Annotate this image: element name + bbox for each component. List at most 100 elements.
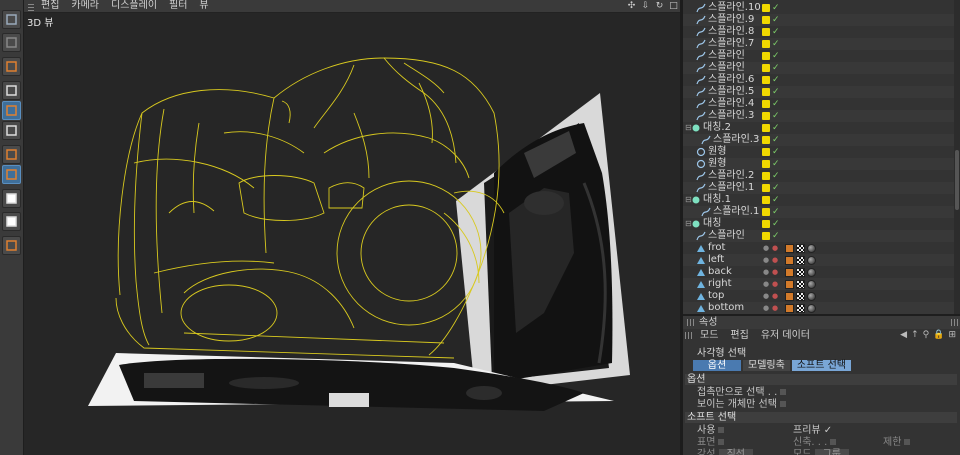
- object-name[interactable]: 스플라인.1: [713, 206, 759, 218]
- down-arrow-icon[interactable]: ⇩: [641, 1, 650, 11]
- option-touch-select[interactable]: 접촉만으로 선택 . .: [697, 387, 787, 398]
- object-row[interactable]: 스플라인.9 ✓: [683, 14, 960, 26]
- layer-color-icon[interactable]: [762, 148, 770, 156]
- viewport-menu-camera[interactable]: 카메라: [71, 0, 99, 12]
- render-dot-icon[interactable]: ●: [772, 302, 778, 314]
- material-tag-icon[interactable]: [796, 255, 805, 265]
- texture-tag-icon[interactable]: [785, 255, 794, 265]
- sphere-tag-icon[interactable]: [807, 243, 816, 253]
- object-row[interactable]: 스플라인 ✓: [683, 62, 960, 74]
- enabled-check-icon[interactable]: ✓: [772, 26, 780, 38]
- soft-preview[interactable]: 프리뷰 ✓: [793, 425, 832, 436]
- object-row[interactable]: 스플라인.1 ✓: [683, 182, 960, 194]
- object-name[interactable]: 대칭.2: [703, 122, 731, 134]
- radius-select[interactable]: 직선: [718, 449, 753, 455]
- object-name[interactable]: 원형: [708, 146, 726, 158]
- checkbox[interactable]: [780, 389, 787, 395]
- layer-color-icon[interactable]: [762, 160, 770, 168]
- visibility-dots-icon[interactable]: ●: [763, 266, 769, 278]
- enabled-check-icon[interactable]: ✓: [772, 170, 780, 182]
- object-row[interactable]: 스플라인.3 ✓: [683, 110, 960, 122]
- enabled-check-icon[interactable]: ✓: [772, 98, 780, 110]
- viewport-menu-display[interactable]: 디스플레이: [111, 0, 157, 12]
- render-dot-icon[interactable]: ●: [772, 290, 778, 302]
- uv-grid-icon[interactable]: [2, 121, 21, 140]
- tab-soft-selection[interactable]: 소프트 선택: [791, 360, 851, 371]
- object-name[interactable]: 대칭: [703, 218, 721, 230]
- object-name[interactable]: 스플라인.3: [708, 110, 754, 122]
- checkbox[interactable]: [779, 401, 786, 407]
- enabled-check-icon[interactable]: ✓: [772, 74, 780, 86]
- maximize-icon[interactable]: □: [669, 1, 678, 11]
- render-dot-icon[interactable]: ●: [772, 254, 778, 266]
- enabled-check-icon[interactable]: ✓: [772, 134, 780, 146]
- axis-icon[interactable]: [2, 81, 21, 100]
- plane-row[interactable]: top ● ●: [683, 290, 960, 302]
- sphere-edit-icon[interactable]: [2, 236, 21, 255]
- object-row[interactable]: 스플라인 ✓: [683, 50, 960, 62]
- enabled-check-icon[interactable]: ✓: [772, 230, 780, 242]
- symmetry-row[interactable]: ⊟ 대칭.1 ✓: [683, 194, 960, 206]
- move-tool-icon[interactable]: [2, 57, 21, 76]
- object-name[interactable]: 스플라인: [708, 50, 745, 62]
- layer-color-icon[interactable]: [762, 40, 770, 48]
- object-row[interactable]: 스플라인 ✓: [683, 230, 960, 242]
- layer-color-icon[interactable]: [762, 76, 770, 84]
- object-name[interactable]: left: [708, 254, 724, 266]
- enabled-check-icon[interactable]: ✓: [772, 62, 780, 74]
- viewport-menu-filter[interactable]: 필터: [169, 0, 187, 12]
- object-row[interactable]: 스플라인.4 ✓: [683, 98, 960, 110]
- material-tag-icon[interactable]: [796, 279, 805, 289]
- soft-rubber[interactable]: 신축. . .: [793, 437, 837, 448]
- attr-menu-mode[interactable]: 모드: [700, 329, 718, 342]
- object-name[interactable]: 스플라인.5: [708, 86, 754, 98]
- checkbox[interactable]: [830, 439, 837, 445]
- object-row[interactable]: 스플라인.10 ✓: [683, 2, 960, 14]
- visibility-dots-icon[interactable]: ●: [763, 242, 769, 254]
- object-name[interactable]: right: [708, 278, 732, 290]
- texture-tag-icon[interactable]: [785, 279, 794, 289]
- up-arrow-icon[interactable]: ↑: [911, 330, 919, 340]
- sphere-tag-icon[interactable]: [807, 291, 816, 301]
- checkbox[interactable]: [718, 427, 725, 433]
- attr-menu-edit[interactable]: 편집: [730, 329, 748, 342]
- object-name[interactable]: back: [708, 266, 732, 278]
- symmetry-row[interactable]: ⊟ 대칭.2 ✓: [683, 122, 960, 134]
- visibility-dots-icon[interactable]: ●: [763, 290, 769, 302]
- layer-color-icon[interactable]: [762, 16, 770, 24]
- option-visible-only[interactable]: 보이는 개체만 선택: [697, 399, 786, 410]
- layer-color-icon[interactable]: [762, 172, 770, 180]
- object-mode-icon[interactable]: [2, 165, 21, 184]
- layer-color-icon[interactable]: [762, 52, 770, 60]
- brush-select-icon[interactable]: [2, 33, 21, 52]
- plane-row[interactable]: back ● ●: [683, 266, 960, 278]
- enabled-check-icon[interactable]: ✓: [772, 38, 780, 50]
- object-row[interactable]: 스플라인.8 ✓: [683, 26, 960, 38]
- object-row[interactable]: 스플라인.2 ✓: [683, 170, 960, 182]
- material-tag-icon[interactable]: [796, 267, 805, 277]
- sphere-tag-icon[interactable]: [807, 279, 816, 289]
- plane-row[interactable]: frot ● ●: [683, 242, 960, 254]
- object-row[interactable]: 스플라인.5 ✓: [683, 86, 960, 98]
- soft-limit[interactable]: 제한: [883, 437, 911, 448]
- polygon-mode-icon[interactable]: [2, 101, 21, 120]
- texture-tag-icon[interactable]: [785, 291, 794, 301]
- texture-tag-icon[interactable]: [785, 267, 794, 277]
- scroll-thumb[interactable]: [955, 150, 959, 210]
- layer-color-icon[interactable]: [762, 196, 770, 204]
- layer-color-icon[interactable]: [762, 232, 770, 240]
- checkbox[interactable]: [904, 439, 911, 445]
- sphere-tag-icon[interactable]: [807, 303, 816, 313]
- sphere-tag-icon[interactable]: [807, 255, 816, 265]
- symmetry-row[interactable]: ⊟ 대칭 ✓: [683, 218, 960, 230]
- layer-color-icon[interactable]: [762, 100, 770, 108]
- enabled-check-icon[interactable]: ✓: [772, 50, 780, 62]
- texture-tag-icon[interactable]: [785, 243, 794, 253]
- check-icon[interactable]: ✓: [824, 425, 832, 436]
- layer-color-icon[interactable]: [762, 64, 770, 72]
- layer-color-icon[interactable]: [762, 28, 770, 36]
- layer-color-icon[interactable]: [762, 136, 770, 144]
- object-row[interactable]: 스플라인.6 ✓: [683, 74, 960, 86]
- visibility-dots-icon[interactable]: ●: [763, 254, 769, 266]
- object-row[interactable]: 스플라인.3 ✓: [683, 134, 960, 146]
